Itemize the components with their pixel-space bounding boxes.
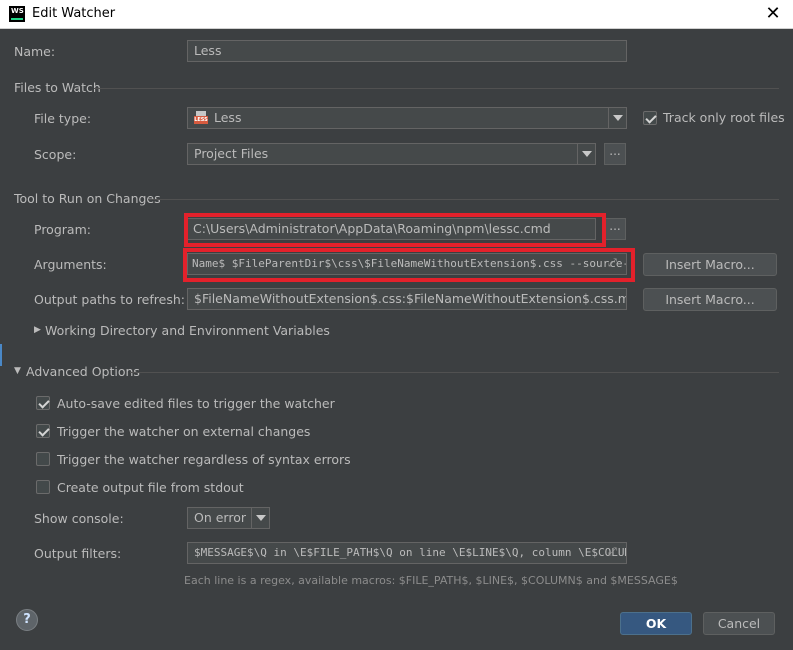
- scope-select[interactable]: Project Files: [187, 143, 596, 165]
- title-bar: WS Edit Watcher ✕: [0, 0, 793, 29]
- output-filters-hint: Each line is a regex, available macros: …: [184, 574, 678, 587]
- output-paths-input[interactable]: $FileNameWithoutExtension$.css:$FileName…: [187, 288, 627, 310]
- syntax-errors-checkbox[interactable]: [36, 452, 50, 466]
- track-root-checkbox[interactable]: [643, 111, 657, 125]
- close-icon[interactable]: ✕: [761, 2, 785, 26]
- auto-save-checkbox[interactable]: [36, 396, 50, 410]
- output-insert-macro-button[interactable]: Insert Macro...: [643, 288, 777, 311]
- chevron-down-icon[interactable]: [251, 508, 269, 528]
- program-input[interactable]: C:\Users\Administrator\AppData\Roaming\n…: [187, 218, 596, 240]
- window-title: Edit Watcher: [32, 6, 116, 21]
- less-file-icon-text: LESS: [194, 116, 208, 124]
- show-console-select[interactable]: On error: [187, 507, 270, 529]
- output-paths-label: Output paths to refresh:: [34, 292, 185, 307]
- external-changes-checkbox[interactable]: [36, 424, 50, 438]
- chevron-down-icon[interactable]: ▼: [14, 366, 24, 376]
- file-type-select[interactable]: LESS Less: [187, 107, 627, 129]
- chevron-right-icon[interactable]: ▶: [34, 325, 44, 335]
- scope-value: Project Files: [194, 146, 269, 161]
- focus-marker: [0, 344, 2, 366]
- less-file-icon: LESS: [194, 111, 208, 124]
- name-label: Name:: [14, 44, 56, 59]
- auto-save-label: Auto-save edited files to trigger the wa…: [57, 396, 335, 411]
- show-console-label: Show console:: [34, 511, 124, 526]
- scope-more-button[interactable]: ...: [604, 143, 626, 165]
- tool-separator: [148, 199, 779, 200]
- working-dir-toggle[interactable]: Working Directory and Environment Variab…: [45, 323, 330, 338]
- file-type-value: Less: [214, 110, 242, 125]
- file-type-value-wrap: LESS Less: [194, 108, 241, 128]
- name-input[interactable]: Less: [187, 40, 627, 62]
- syntax-errors-label: Trigger the watcher regardless of syntax…: [57, 452, 351, 467]
- chevron-down-icon[interactable]: [608, 108, 626, 128]
- tool-heading: Tool to Run on Changes: [14, 191, 161, 206]
- show-console-value: On error: [194, 510, 246, 525]
- program-label: Program:: [34, 222, 91, 237]
- expand-icon[interactable]: ⤢: [608, 256, 617, 270]
- external-changes-label: Trigger the watcher on external changes: [57, 424, 311, 439]
- arguments-input[interactable]: Name$ $FileParentDir$\css\$FileNameWitho…: [187, 253, 627, 275]
- files-to-watch-separator: [94, 88, 779, 89]
- help-icon[interactable]: ?: [16, 609, 38, 631]
- chevron-down-icon[interactable]: [577, 144, 595, 164]
- program-more-button[interactable]: ...: [604, 218, 626, 240]
- track-root-label: Track only root files: [663, 110, 785, 125]
- arguments-label: Arguments:: [34, 257, 107, 272]
- advanced-options-heading[interactable]: Advanced Options: [26, 364, 140, 379]
- stdout-checkbox[interactable]: [36, 480, 50, 494]
- stdout-label: Create output file from stdout: [57, 480, 244, 495]
- output-filters-input[interactable]: $MESSAGE$\Q in \E$FILE_PATH$\Q on line \…: [187, 542, 627, 564]
- arguments-insert-macro-button[interactable]: Insert Macro...: [643, 253, 777, 276]
- output-filters-label: Output filters:: [34, 546, 122, 561]
- file-type-label: File type:: [34, 111, 92, 126]
- webstorm-app-icon: WS: [9, 6, 25, 22]
- files-to-watch-heading: Files to Watch: [14, 80, 101, 95]
- advanced-separator: [130, 372, 779, 373]
- expand-icon[interactable]: ⤢: [608, 545, 617, 559]
- ok-button[interactable]: OK: [620, 612, 692, 635]
- cancel-button[interactable]: Cancel: [703, 612, 775, 635]
- scope-label: Scope:: [34, 147, 77, 162]
